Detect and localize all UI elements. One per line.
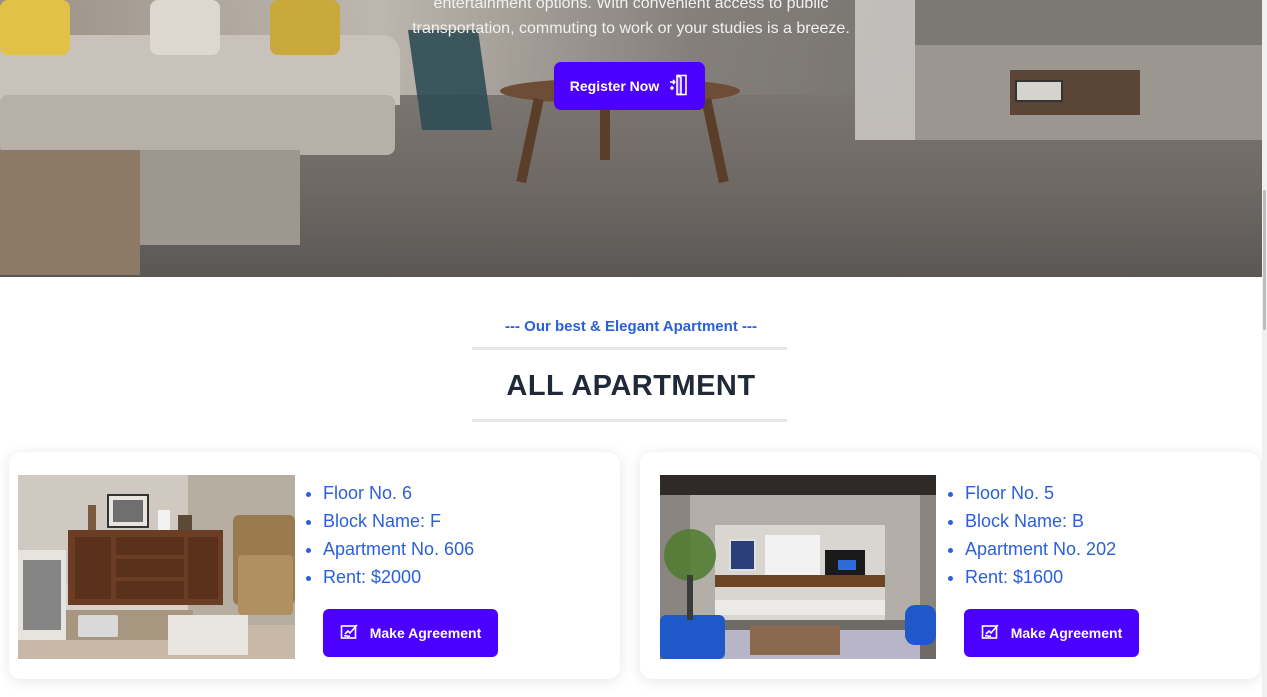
rent-amount: Rent: $2000 — [323, 563, 474, 591]
sofa-base — [140, 150, 300, 245]
section-title: ALL APARTMENT — [506, 370, 756, 402]
door-exit-icon — [669, 74, 689, 99]
register-now-button[interactable]: Register Now — [554, 62, 705, 110]
sofa-side — [0, 150, 140, 275]
apartments-section: --- Our best & Elegant Apartment --- ALL… — [0, 277, 1262, 697]
apartment-card: Floor No. 5 Block Name: B Apartment No. … — [640, 452, 1260, 679]
hero-description: entertainment options. With convenient a… — [0, 0, 1262, 41]
hero-banner: entertainment options. With convenient a… — [0, 0, 1262, 277]
hero-text-line: entertainment options. With convenient a… — [433, 0, 829, 12]
scrollbar-thumb[interactable] — [1263, 190, 1266, 330]
floor-number: Floor No. 6 — [323, 479, 474, 507]
divider — [472, 419, 787, 422]
block-name: Block Name: B — [965, 507, 1116, 535]
apartment-photo — [660, 475, 936, 659]
floor-number: Floor No. 5 — [965, 479, 1116, 507]
divider — [472, 347, 787, 350]
apartment-number: Apartment No. 202 — [965, 535, 1116, 563]
hero-text-line: transportation, commuting to work or you… — [412, 20, 850, 37]
page-scrollbar[interactable] — [1262, 0, 1267, 697]
make-agreement-button[interactable]: Make Agreement — [964, 609, 1139, 657]
teal-throw-blanket — [407, 30, 493, 130]
make-agreement-label: Make Agreement — [1010, 625, 1123, 641]
apartment-number: Apartment No. 606 — [323, 535, 474, 563]
sofa-seat — [0, 95, 395, 155]
block-name: Block Name: F — [323, 507, 474, 535]
apartment-card: Floor No. 6 Block Name: F Apartment No. … — [9, 452, 620, 679]
rent-amount: Rent: $1600 — [965, 563, 1116, 591]
make-agreement-label: Make Agreement — [369, 625, 482, 641]
apartment-photo — [18, 475, 295, 659]
apartment-details: Floor No. 6 Block Name: F Apartment No. … — [323, 479, 474, 591]
make-agreement-button[interactable]: Make Agreement — [323, 609, 498, 657]
register-now-label: Register Now — [569, 78, 660, 94]
signature-icon — [981, 623, 1001, 644]
apartment-details: Floor No. 5 Block Name: B Apartment No. … — [965, 479, 1116, 591]
media-player — [1015, 80, 1063, 102]
signature-icon — [340, 623, 360, 644]
section-subtitle: --- Our best & Elegant Apartment --- — [505, 318, 757, 335]
